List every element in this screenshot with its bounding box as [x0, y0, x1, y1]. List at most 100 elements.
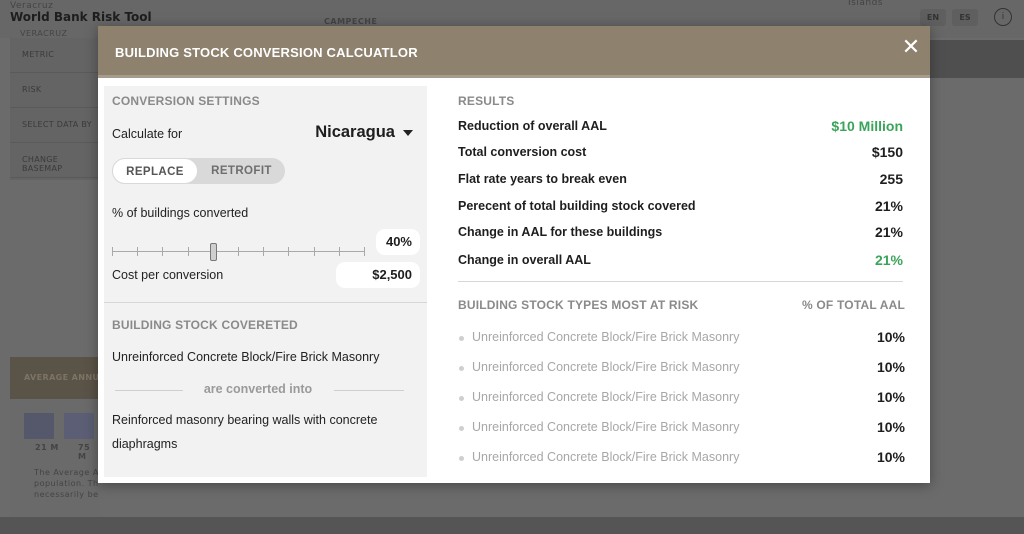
slider-thumb[interactable] [210, 243, 217, 261]
slider-tick [188, 247, 189, 256]
cost-per-conversion-input[interactable]: $2,500 [336, 262, 420, 288]
results-divider [458, 281, 903, 282]
bullet-icon [459, 336, 464, 341]
slider-tick [288, 247, 289, 256]
aal-panel-note: The Average A population. Th necessarily… [34, 468, 99, 499]
conversion-calculator-modal: BUILDING STOCK CONVERSION CALCUATLOR ✕ C… [98, 26, 930, 483]
risk-list-item: Unreinforced Concrete Block/Fire Brick M… [458, 329, 905, 349]
region-label-campeche: CAMPECHE [324, 17, 378, 26]
modal-header: BUILDING STOCK CONVERSION CALCUATLOR ✕ [98, 26, 930, 78]
result-row: Reduction of overall AAL $10 Million [458, 118, 903, 139]
risk-list-item: Unreinforced Concrete Block/Fire Brick M… [458, 389, 905, 409]
result-value: $150 [871, 144, 903, 160]
caret-down-icon [403, 129, 413, 136]
risk-percent: 10% [876, 389, 905, 405]
aal-panel: AVERAGE ANNU 21 M 75 M The Average A pop… [10, 357, 100, 517]
result-label: Flat rate years to break even [458, 172, 627, 186]
cost-per-conversion-label: Cost per conversion [112, 268, 224, 282]
stock-covered-title: BUILDING STOCK COVERETED [112, 318, 298, 332]
menu-item-metric[interactable]: METRIC [10, 38, 100, 73]
risk-list-item: Unreinforced Concrete Block/Fire Brick M… [458, 419, 905, 439]
slider-tick [112, 247, 113, 256]
result-row: Change in AAL for these buildings 21% [458, 224, 903, 245]
legend-value: 21 M [35, 443, 59, 452]
replace-toggle-button[interactable]: REPLACE [112, 158, 198, 184]
slider-tick [162, 247, 163, 256]
islands-label: Islands [848, 0, 883, 8]
bullet-icon [459, 456, 464, 461]
risk-section-title: BUILDING STOCK TYPES MOST AT RISK [458, 298, 699, 312]
result-row: Flat rate years to break even 255 [458, 171, 903, 192]
legend-value: 75 M [78, 443, 91, 461]
app-title: World Bank Risk Tool [10, 10, 152, 24]
country-select-value: Nicaragua [315, 123, 395, 141]
results-panel: RESULTS Reduction of overall AAL $10 Mil… [458, 86, 905, 477]
to-building-type-line1: Reinforced masonry bearing walls with co… [112, 413, 378, 427]
risk-building-type: Unreinforced Concrete Block/Fire Brick M… [472, 420, 740, 434]
lang-button-es[interactable]: ES [952, 9, 978, 26]
modal-title: BUILDING STOCK CONVERSION CALCUATLOR [115, 45, 418, 60]
region-label-veracruz: VERACRUZ [20, 29, 68, 38]
lang-button-en[interactable]: EN [920, 9, 946, 26]
converted-into-separator: are converted into [112, 382, 404, 398]
risk-percent: 10% [876, 329, 905, 345]
result-label: Change in overall AAL [458, 253, 591, 267]
calculate-for-label: Calculate for [112, 127, 183, 141]
bullet-icon [459, 396, 464, 401]
risk-building-type: Unreinforced Concrete Block/Fire Brick M… [472, 330, 740, 344]
slider-tick [364, 247, 365, 256]
bullet-icon [459, 426, 464, 431]
country-select[interactable]: Nicaragua [315, 123, 413, 142]
slider-tick [238, 247, 239, 256]
conversion-type-toggle: REPLACE RETROFIT [112, 158, 285, 184]
result-value: 21% [874, 252, 903, 268]
legend-swatch [24, 413, 54, 439]
result-row: Total conversion cost $150 [458, 144, 903, 165]
section-divider [104, 302, 427, 303]
aal-panel-title: AVERAGE ANNU [10, 357, 100, 399]
risk-list-item: Unreinforced Concrete Block/Fire Brick M… [458, 449, 905, 469]
slider-tick [339, 247, 340, 256]
risk-building-type: Unreinforced Concrete Block/Fire Brick M… [472, 390, 740, 404]
slider-tick [263, 247, 264, 256]
sidebar-menu: METRIC RISK SELECT DATA BY CHANGE BASEMA… [10, 38, 100, 180]
risk-percent: 10% [876, 419, 905, 435]
settings-section-title: CONVERSION SETTINGS [112, 94, 260, 108]
result-row: Perecent of total building stock covered… [458, 198, 903, 219]
risk-building-type: Unreinforced Concrete Block/Fire Brick M… [472, 360, 740, 374]
result-label: Perecent of total building stock covered [458, 199, 696, 213]
close-icon[interactable]: ✕ [898, 35, 924, 61]
from-building-type: Unreinforced Concrete Block/Fire Brick M… [112, 350, 380, 364]
slider-tick [314, 247, 315, 256]
results-title: RESULTS [458, 94, 515, 108]
percent-converted-slider[interactable] [112, 242, 365, 262]
to-building-type-line2: diaphragms [112, 437, 178, 451]
risk-percent: 10% [876, 359, 905, 375]
result-row: Change in overall AAL 21% [458, 252, 903, 273]
result-value: 21% [874, 198, 903, 214]
bottom-bar [0, 517, 1024, 534]
result-label: Total conversion cost [458, 145, 587, 159]
risk-column-header: % OF TOTAL AAL [801, 298, 905, 312]
result-value: 21% [874, 224, 903, 240]
retrofit-toggle-button[interactable]: RETROFIT [198, 158, 285, 184]
percent-converted-value[interactable]: 40% [376, 229, 420, 255]
risk-building-type: Unreinforced Concrete Block/Fire Brick M… [472, 450, 740, 464]
slider-tick [137, 247, 138, 256]
result-label: Change in AAL for these buildings [458, 225, 663, 239]
risk-percent: 10% [876, 449, 905, 465]
menu-item-select-data[interactable]: SELECT DATA BY [10, 108, 100, 143]
risk-list-item: Unreinforced Concrete Block/Fire Brick M… [458, 359, 905, 379]
conversion-settings-panel: CONVERSION SETTINGS Calculate for Nicara… [104, 86, 427, 477]
result-value: $10 Million [831, 118, 903, 134]
converted-into-text: are converted into [203, 382, 313, 396]
right-toolbar [928, 40, 1024, 78]
menu-item-risk[interactable]: RISK [10, 73, 100, 108]
info-icon[interactable]: i [994, 8, 1012, 26]
bullet-icon [459, 366, 464, 371]
result-value: 255 [879, 171, 903, 187]
menu-item-change-basemap[interactable]: CHANGE BASEMAP [10, 143, 100, 178]
percent-converted-label: % of buildings converted [112, 206, 249, 220]
result-label: Reduction of overall AAL [458, 119, 607, 133]
legend-swatch [64, 413, 94, 439]
